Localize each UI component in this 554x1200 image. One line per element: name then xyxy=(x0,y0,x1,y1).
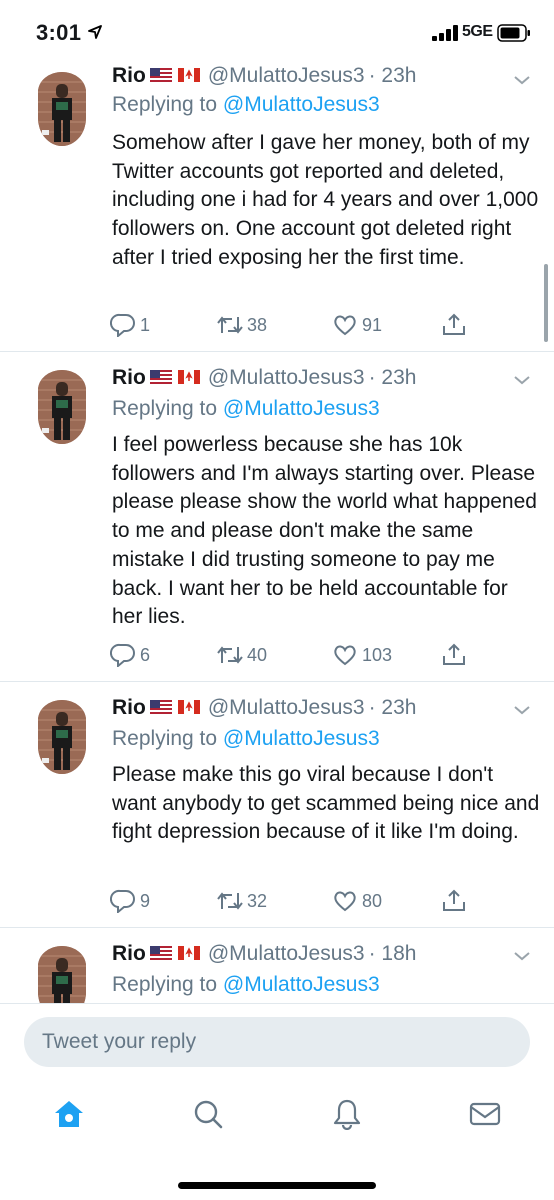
like-button[interactable]: 103 xyxy=(332,641,392,669)
notifications-bell-icon[interactable] xyxy=(330,1098,364,1130)
tweet[interactable]: Rio @MulattoJesus3 · 23h Replying to @Mula… xyxy=(0,64,554,352)
handle[interactable]: @MulattoJesus3 xyxy=(208,942,365,965)
share-icon xyxy=(443,889,465,911)
reply-count: 6 xyxy=(140,644,151,665)
timestamp: · 23h xyxy=(368,64,417,87)
mention-link[interactable]: @MulattoJesus3 xyxy=(223,397,380,420)
battery-icon xyxy=(497,24,530,42)
chevron-down-icon[interactable] xyxy=(513,950,531,962)
replying-to: Replying to @MulattoJesus3 xyxy=(112,93,380,116)
like-count: 103 xyxy=(362,644,393,665)
chevron-down-icon[interactable] xyxy=(513,704,531,716)
reply-icon xyxy=(110,313,135,337)
tab-bar xyxy=(0,1088,554,1200)
handle[interactable]: @MulattoJesus3 xyxy=(208,696,365,719)
mention-link[interactable]: @MulattoJesus3 xyxy=(223,93,380,116)
retweet-button[interactable]: 32 xyxy=(217,887,267,915)
chevron-down-icon[interactable] xyxy=(513,74,531,86)
reply-button[interactable]: 1 xyxy=(110,311,150,339)
share-button[interactable] xyxy=(441,641,471,669)
tweet-text: Somehow after I gave her money, both of … xyxy=(112,131,539,269)
scroll-indicator[interactable] xyxy=(544,264,548,342)
tweet-header: Rio @MulattoJesus3 · 18h xyxy=(112,942,416,970)
retweet-count: 32 xyxy=(247,890,268,911)
retweet-count: 40 xyxy=(247,644,268,665)
timestamp: · 23h xyxy=(368,696,417,719)
cellular-signal-icon xyxy=(432,25,458,41)
flag-emojis xyxy=(148,944,200,968)
avatar[interactable] xyxy=(38,946,86,1004)
retweet-icon xyxy=(217,646,243,664)
retweet-icon xyxy=(217,316,243,334)
retweet-icon xyxy=(217,892,243,910)
display-name[interactable]: Rio xyxy=(112,366,146,389)
status-time: 3:01 xyxy=(36,20,82,45)
home-indicator[interactable] xyxy=(178,1182,376,1189)
status-bar: 3:01 5GE xyxy=(0,0,554,66)
tweet-header: Rio @MulattoJesus3 · 23h xyxy=(112,366,416,394)
timestamp: · 23h xyxy=(368,366,417,389)
retweet-button[interactable]: 40 xyxy=(217,641,267,669)
heart-icon xyxy=(334,645,356,666)
handle[interactable]: @MulattoJesus3 xyxy=(208,366,365,389)
replying-to: Replying to @MulattoJesus3 xyxy=(112,727,380,750)
avatar[interactable] xyxy=(38,700,86,774)
reply-input[interactable] xyxy=(24,1017,530,1067)
network-type: 5GE xyxy=(462,23,493,40)
timestamp: · 18h xyxy=(368,942,417,965)
tweet-actions: 6 40 103 xyxy=(110,641,530,669)
display-name[interactable]: Rio xyxy=(112,64,146,87)
reply-count: 9 xyxy=(140,890,151,911)
tweet-header: Rio @MulattoJesus3 · 23h xyxy=(112,696,416,724)
tweet-header: Rio @MulattoJesus3 · 23h xyxy=(112,64,416,92)
mention-link[interactable]: @MulattoJesus3 xyxy=(223,727,380,750)
display-name[interactable]: Rio xyxy=(112,942,146,965)
reply-bar xyxy=(0,1003,554,1087)
share-icon xyxy=(443,643,465,665)
tweet[interactable]: Rio @MulattoJesus3 · 18h Replying to @Mula… xyxy=(0,928,554,1004)
share-button[interactable] xyxy=(441,311,471,339)
retweet-count: 38 xyxy=(247,314,268,335)
tweet[interactable]: Rio @MulattoJesus3 · 23h Replying to @Mula… xyxy=(0,682,554,928)
flag-emojis xyxy=(148,698,200,722)
like-button[interactable]: 91 xyxy=(332,311,382,339)
chevron-down-icon[interactable] xyxy=(513,374,531,386)
tweet-actions: 9 32 80 xyxy=(110,887,530,915)
retweet-button[interactable]: 38 xyxy=(217,311,267,339)
heart-icon xyxy=(334,891,356,912)
search-icon[interactable] xyxy=(191,1098,225,1130)
reply-icon xyxy=(110,889,135,913)
like-count: 80 xyxy=(362,890,383,911)
flag-emojis xyxy=(148,66,200,90)
like-button[interactable]: 80 xyxy=(332,887,382,915)
display-name[interactable]: Rio xyxy=(112,696,146,719)
share-button[interactable] xyxy=(441,887,471,915)
tweet-actions: 1 38 91 xyxy=(110,311,530,339)
home-icon[interactable] xyxy=(52,1098,86,1130)
reply-button[interactable]: 6 xyxy=(110,641,150,669)
replying-to: Replying to @MulattoJesus3 xyxy=(112,397,380,420)
mention-link[interactable]: @MulattoJesus3 xyxy=(223,973,380,996)
tweet-text: Please make this go viral because I don'… xyxy=(112,763,540,844)
reply-count: 1 xyxy=(140,314,151,335)
avatar[interactable] xyxy=(38,370,86,444)
tweet[interactable]: Rio @MulattoJesus3 · 23h Replying to @Mula… xyxy=(0,352,554,682)
like-count: 91 xyxy=(362,314,383,335)
reply-icon xyxy=(110,643,135,667)
replying-to: Replying to @MulattoJesus3 xyxy=(112,973,380,996)
tweet-text: I feel powerless because she has 10k fol… xyxy=(112,433,537,629)
reply-button[interactable]: 9 xyxy=(110,887,150,915)
flag-emojis xyxy=(148,368,200,392)
heart-icon xyxy=(334,315,356,336)
handle[interactable]: @MulattoJesus3 xyxy=(208,64,365,87)
messages-envelope-icon[interactable] xyxy=(468,1098,502,1130)
avatar[interactable] xyxy=(38,72,86,146)
location-arrow-icon xyxy=(88,25,102,39)
share-icon xyxy=(443,313,465,335)
